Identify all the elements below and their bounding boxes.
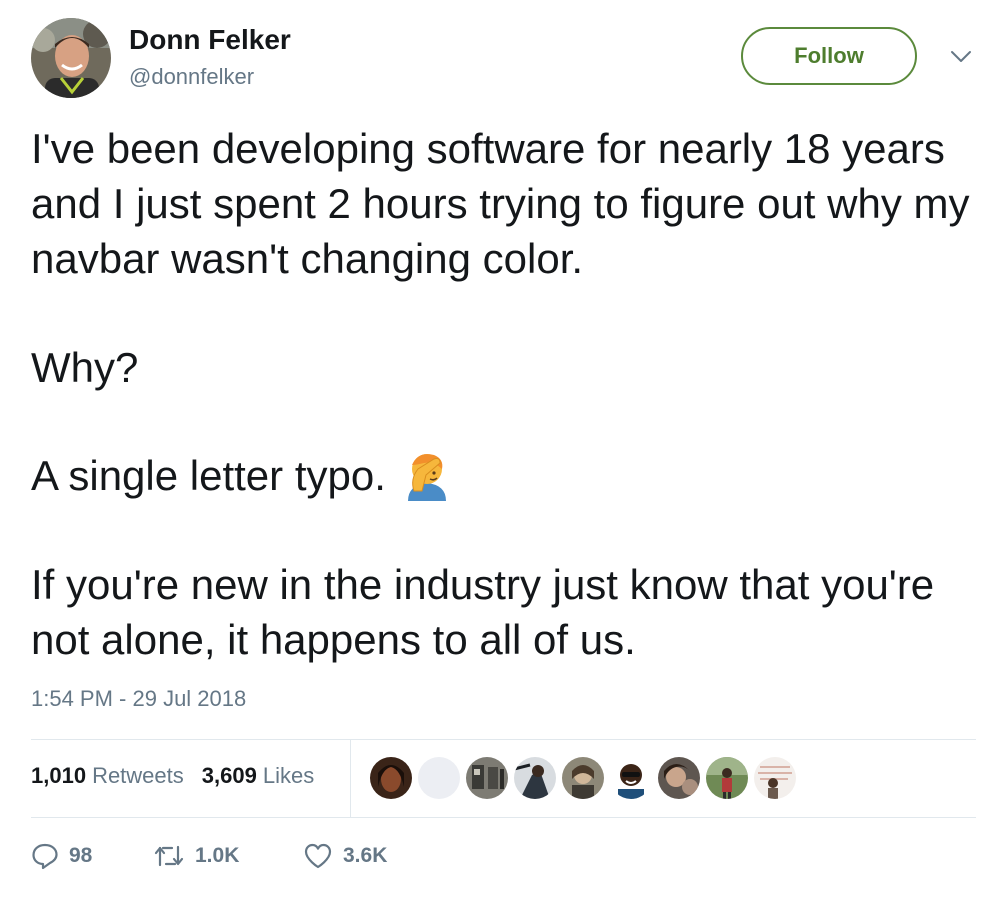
author-avatar[interactable]: [31, 18, 111, 98]
likes-label: Likes: [262, 763, 315, 788]
liker-avatar[interactable]: [562, 757, 604, 799]
chevron-down-icon[interactable]: [950, 50, 972, 64]
reply-icon: [31, 842, 59, 870]
retweet-icon: [153, 843, 185, 869]
liker-avatar[interactable]: [658, 757, 700, 799]
liker-avatar[interactable]: [514, 757, 556, 799]
likes-count: 3,609: [201, 763, 257, 788]
like-count: 3.6K: [343, 844, 388, 867]
liker-avatar[interactable]: [466, 757, 508, 799]
author-handle[interactable]: @donnfelker: [129, 64, 254, 90]
heart-icon: [303, 842, 333, 870]
tweet-text-paragraph: I've been developing software for nearly…: [31, 125, 970, 282]
liker-avatar[interactable]: [418, 757, 460, 799]
tweet-text-paragraph: A single letter typo.: [31, 448, 981, 503]
retweet-button[interactable]: 1.0K: [153, 843, 303, 869]
tweet-text-line: A single letter typo.: [31, 452, 386, 499]
tweet-text-paragraph: If you're new in the industry just know …: [31, 561, 935, 663]
stats-separator: [350, 740, 351, 817]
tweet-text-paragraph: Why?: [31, 344, 139, 391]
liker-avatar[interactable]: [706, 757, 748, 799]
like-button[interactable]: 3.6K: [303, 842, 387, 870]
tweet-card: Donn Felker @donnfelker Follow I've been…: [0, 0, 1000, 900]
retweets-label: Retweets: [92, 763, 184, 788]
retweet-count: 1.0K: [195, 844, 240, 867]
tweet-timestamp[interactable]: 1:54 PM - 29 Jul 2018: [31, 686, 246, 712]
face-palm-emoji: [404, 451, 450, 501]
liker-avatar[interactable]: [754, 757, 796, 799]
retweets-stat[interactable]: 1,010 Retweets: [31, 763, 184, 789]
divider: [31, 817, 976, 818]
liker-avatar[interactable]: [610, 757, 652, 799]
liker-avatar[interactable]: [370, 757, 412, 799]
retweets-count: 1,010: [31, 763, 87, 788]
tweet-stats: 1,010 Retweets 3,609 Likes: [31, 763, 314, 789]
tweet-actions: 98 1.0K 3.6K: [31, 838, 387, 874]
liker-avatars: [370, 757, 802, 799]
likes-stat[interactable]: 3,609 Likes: [202, 763, 314, 789]
divider: [31, 739, 976, 740]
reply-button[interactable]: 98: [31, 842, 153, 870]
reply-count: 98: [69, 844, 93, 867]
follow-button[interactable]: Follow: [741, 27, 917, 85]
author-display-name[interactable]: Donn Felker: [129, 24, 291, 56]
